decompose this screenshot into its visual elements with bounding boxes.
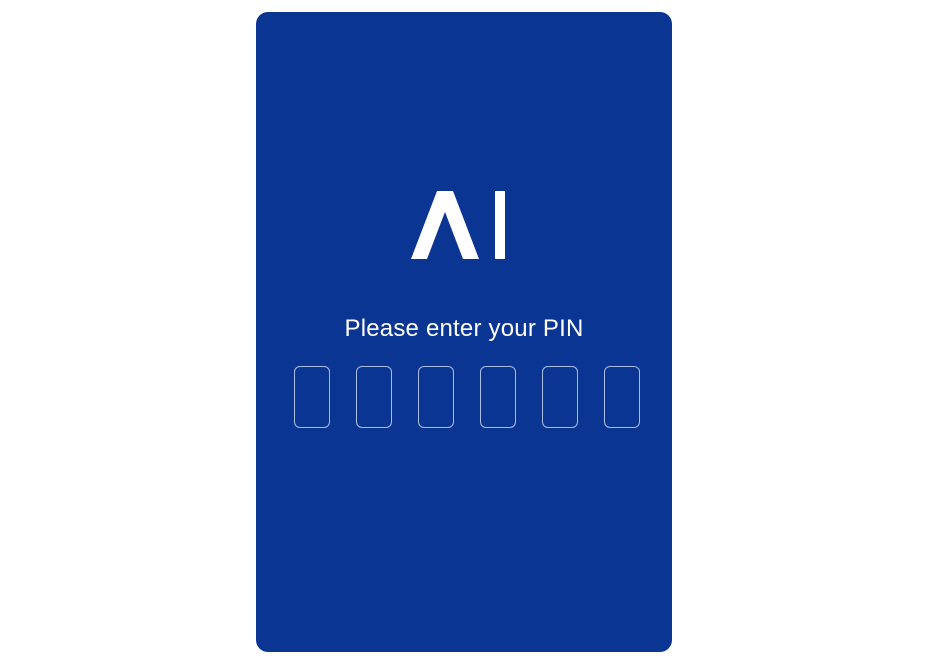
pin-digit-4[interactable] [480, 366, 516, 428]
page: Please enter your PIN [0, 0, 928, 663]
pin-prompt-heading: Please enter your PIN [344, 315, 584, 342]
ai-logo-icon [411, 191, 507, 259]
pin-digit-2[interactable] [356, 366, 392, 428]
pin-input-group [294, 366, 640, 428]
pin-digit-3[interactable] [418, 366, 454, 428]
pin-digit-6[interactable] [604, 366, 640, 428]
pin-entry-card: Please enter your PIN [256, 12, 672, 652]
pin-digit-5[interactable] [542, 366, 578, 428]
pin-digit-1[interactable] [294, 366, 330, 428]
